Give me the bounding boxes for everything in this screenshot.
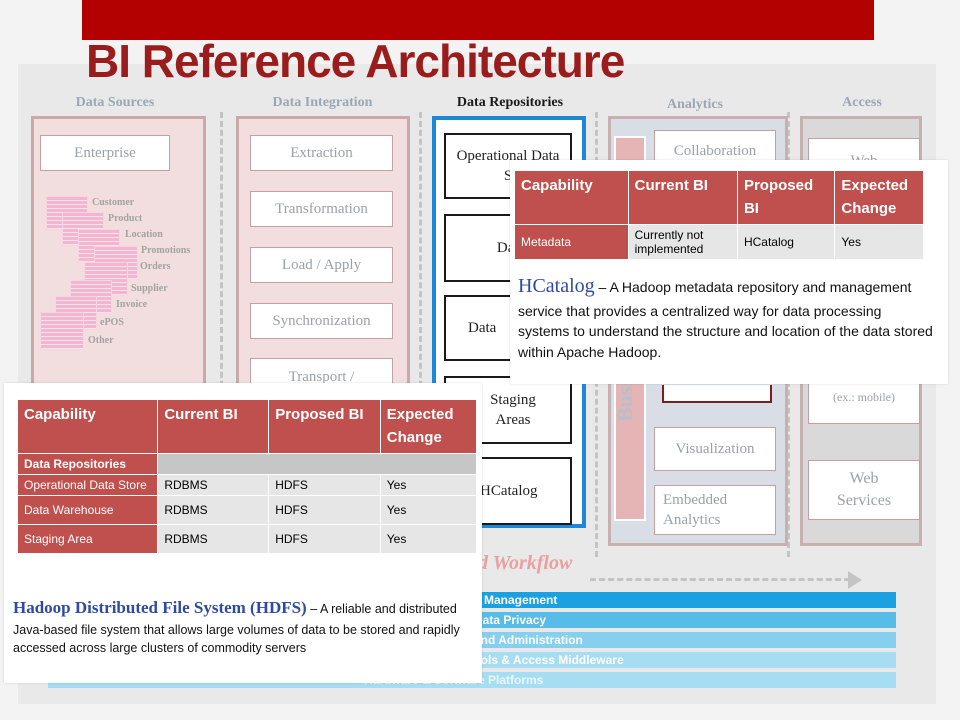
workflow-label: d Workflow (478, 552, 573, 574)
table-header: Capability (514, 170, 629, 225)
table-cell: RDBMS (157, 474, 270, 496)
source-label: Supplier (131, 283, 168, 294)
table-cell: Currently not implemented (627, 224, 738, 260)
source-label: Promotions (141, 245, 191, 256)
table-header: Current BI (627, 170, 738, 225)
load-apply-box[interactable]: Load / Apply (250, 247, 393, 283)
table-cell: HDFS (268, 474, 381, 496)
workflow-arrow-head (848, 571, 862, 589)
hcatalog-card: Capability Current BI Proposed BI Expect… (510, 160, 948, 384)
table-header: Capability (16, 399, 159, 454)
column-header-repositories: Data Repositories (456, 95, 564, 110)
enterprise-box[interactable]: Enterprise (40, 135, 170, 171)
table-header: Proposed BI (268, 399, 381, 454)
column-header-integration: Data Integration (272, 95, 373, 110)
business-vertical-label: Busi (612, 380, 637, 422)
hdfs-term: Hadoop Distributed File System (HDFS) (13, 598, 307, 617)
source-label: ePOS (100, 317, 124, 328)
table-cell: HDFS (268, 524, 381, 554)
table-cell: Data Warehouse (16, 495, 159, 525)
table-section: Data Repositories (16, 453, 159, 475)
workflow-arrow-line (590, 578, 850, 581)
table-cell: Staging Area (16, 524, 159, 554)
source-label: Location (125, 229, 163, 240)
source-label: Invoice (116, 299, 148, 310)
spreadsheet-icon (40, 312, 84, 350)
table-cell: RDBMS (157, 495, 270, 525)
visualization-box[interactable]: Visualization (654, 427, 776, 471)
table-cell: HDFS (268, 495, 381, 525)
source-label: Product (108, 213, 143, 224)
transformation-box[interactable]: Transformation (250, 191, 393, 227)
table-header: Current BI (157, 399, 270, 454)
table-header: Proposed BI (736, 170, 836, 225)
table-cell: Yes (834, 224, 924, 260)
embedded-analytics-box[interactable]: Embedded Analytics (654, 485, 776, 535)
table-cell: Yes (379, 474, 478, 496)
transport-box[interactable]: Transport / (250, 358, 393, 386)
hdfs-description: Hadoop Distributed File System (HDFS) – … (13, 596, 475, 657)
table-cell: HCatalog (736, 224, 836, 260)
column-header-sources: Data Sources (75, 95, 155, 110)
hcatalog-term: HCatalog (518, 275, 595, 297)
hdfs-capability-table: Capability Current BI Proposed BI Expect… (16, 399, 478, 554)
page-title: BI Reference Architecture (86, 35, 625, 87)
table-header: Expected Change (834, 170, 924, 225)
source-label: Customer (92, 197, 135, 208)
table-cell: Operational Data Store (16, 474, 159, 496)
table-cell: Yes (379, 495, 478, 525)
extraction-box[interactable]: Extraction (250, 135, 393, 171)
table-header: Expected Change (379, 399, 478, 454)
hdfs-card: Capability Current BI Proposed BI Expect… (4, 383, 482, 683)
web-services-box[interactable]: Web Services (808, 460, 920, 520)
hcatalog-capability-table: Capability Current BI Proposed BI Expect… (514, 170, 924, 260)
synchronization-box[interactable]: Synchronization (250, 303, 393, 339)
source-label: Orders (140, 261, 171, 272)
analytics-highlight-box (662, 385, 772, 403)
hcatalog-description: HCatalog – A Hadoop metadata repository … (518, 272, 933, 362)
column-header-analytics: Analytics (667, 97, 723, 112)
table-section-fill (157, 453, 477, 475)
column-header-access: Access (842, 95, 882, 110)
table-cell: Metadata (514, 224, 629, 260)
table-cell: Yes (379, 524, 478, 554)
table-cell: RDBMS (157, 524, 270, 554)
source-label: Other (88, 335, 114, 346)
